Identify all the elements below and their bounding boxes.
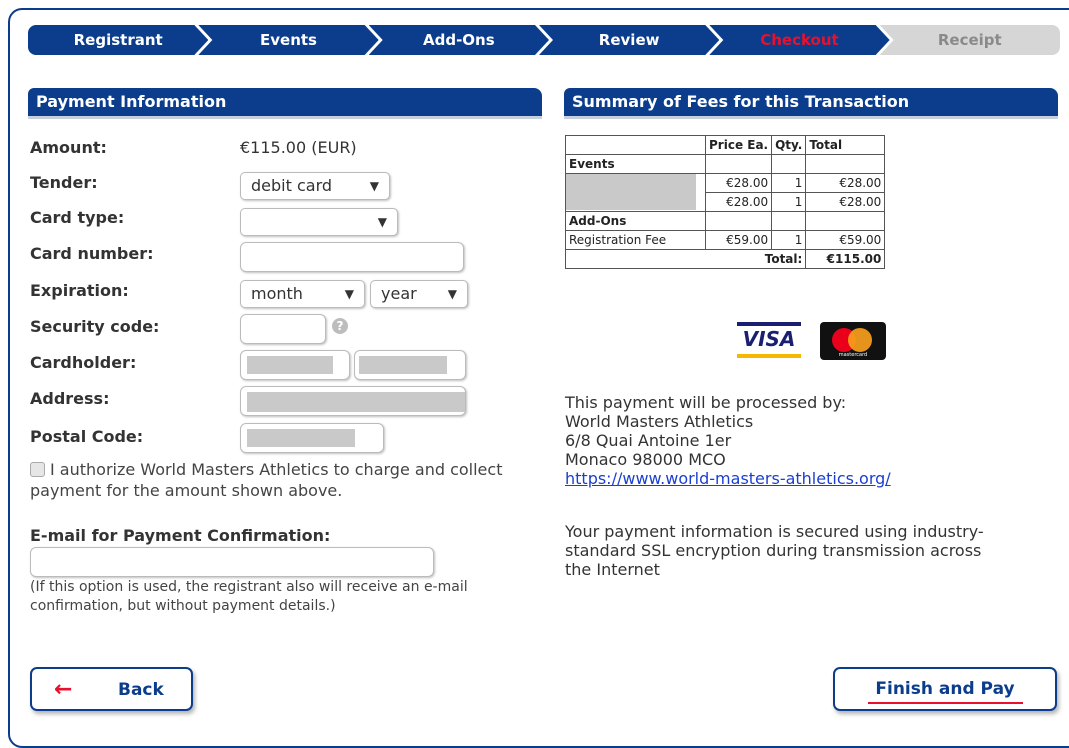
col-header: Qty. — [771, 135, 807, 155]
checkout-steps: Registrant Events Add-Ons Review Checkou… — [28, 25, 1060, 55]
email-input[interactable] — [30, 547, 434, 577]
chevron-down-icon: ▼ — [447, 287, 457, 301]
page-frame — [8, 8, 1069, 748]
redacted-event-name — [565, 173, 706, 212]
step-label: Checkout — [760, 31, 839, 49]
fees-table: Price Ea. Qty. Total Events €28.00 1 €28… — [564, 135, 886, 269]
step-checkout: Checkout — [709, 25, 889, 55]
email-label: E-mail for Payment Confirmation: — [30, 526, 331, 545]
total-cell: €59.00 — [805, 230, 886, 250]
total-label: Total: — [564, 249, 807, 269]
cardholder-first-input[interactable] — [240, 350, 350, 380]
col-header: Price Ea. — [704, 135, 773, 155]
card-number-label: Card number: — [30, 244, 154, 263]
step-review[interactable]: Review — [539, 25, 719, 55]
expiration-label: Expiration: — [30, 281, 129, 300]
step-label: Registrant — [73, 31, 163, 49]
col-header — [565, 135, 706, 155]
help-icon[interactable]: ? — [332, 318, 348, 334]
chevron-down-icon: ▼ — [377, 215, 387, 229]
step-receipt: Receipt — [879, 25, 1060, 55]
table-row: €28.00 1 €28.00 — [565, 173, 886, 212]
processor-info: This payment will be processed by: World… — [565, 393, 1005, 488]
processor-intro: This payment will be processed by: — [565, 393, 847, 412]
total-cell: €28.00 — [805, 192, 886, 212]
processor-url-link[interactable]: https://www.world-masters-athletics.org/ — [565, 469, 891, 488]
address-label: Address: — [30, 389, 110, 408]
total-value: €115.00 — [805, 249, 886, 269]
exp-month-selected: month — [251, 284, 303, 303]
section-label: Add-Ons — [565, 211, 706, 231]
back-label: Back — [118, 680, 164, 700]
section-label: Events — [565, 154, 706, 174]
step-label: Add-Ons — [422, 31, 495, 49]
exp-year-selected: year — [381, 284, 417, 303]
col-header: Total — [805, 135, 886, 155]
visa-logo: VISA — [737, 322, 801, 358]
finish-label: Finish and Pay — [875, 679, 1015, 699]
cardholder-last-input[interactable] — [354, 350, 466, 380]
processor-name: World Masters Athletics — [565, 412, 754, 431]
card-number-input[interactable] — [240, 242, 464, 272]
payment-info-header: Payment Information — [28, 88, 542, 119]
price-cell: €28.00 — [704, 173, 773, 193]
security-code-label: Security code: — [30, 317, 160, 336]
step-add-ons[interactable]: Add-Ons — [369, 25, 549, 55]
back-button[interactable]: ← Back — [30, 667, 193, 711]
step-label: Events — [260, 31, 317, 49]
table-row: Registration Fee €59.00 1 €59.00 — [565, 230, 886, 250]
redacted-text — [247, 429, 355, 447]
mastercard-text: mastercard — [838, 352, 868, 358]
finish-and-pay-button[interactable]: Finish and Pay — [833, 667, 1057, 711]
qty-cell: 1 — [771, 230, 807, 250]
tender-selected: debit card — [251, 176, 333, 195]
step-events[interactable]: Events — [198, 25, 378, 55]
total-row: Total: €115.00 — [564, 249, 886, 269]
chevron-down-icon: ▼ — [344, 287, 354, 301]
mastercard-logo: mastercard — [820, 322, 886, 360]
price-cell: €28.00 — [704, 192, 773, 212]
exp-year-select[interactable]: year ▼ — [370, 280, 468, 308]
chevron-down-icon: ▼ — [369, 179, 379, 193]
processor-address1: 6/8 Quai Antoine 1er — [565, 431, 732, 450]
arrow-left-icon: ← — [54, 677, 73, 702]
exp-month-select[interactable]: month ▼ — [240, 280, 365, 308]
ssl-notice: Your payment information is secured usin… — [565, 522, 984, 579]
redacted-text — [247, 392, 465, 412]
qty-cell: 1 — [771, 173, 807, 193]
price-cell: €59.00 — [704, 230, 773, 250]
postal-code-input[interactable] — [240, 423, 384, 453]
card-type-label: Card type: — [30, 208, 125, 227]
item-name: Registration Fee — [565, 230, 706, 250]
step-label: Review — [598, 31, 660, 49]
underline-accent — [868, 702, 1023, 704]
step-registrant[interactable]: Registrant — [28, 25, 208, 55]
qty-cell: 1 — [771, 192, 807, 212]
email-note: (If this option is used, the registrant … — [30, 579, 468, 614]
amount-value: €115.00 (EUR) — [240, 138, 357, 157]
redacted-text — [359, 356, 447, 374]
address-input[interactable] — [240, 386, 466, 416]
amount-label: Amount: — [30, 138, 107, 157]
authorize-text: I authorize World Masters Athletics to c… — [30, 460, 503, 500]
fees-summary-header: Summary of Fees for this Transaction — [564, 88, 1058, 119]
card-type-select[interactable]: ▼ — [240, 208, 398, 236]
postal-code-label: Postal Code: — [30, 427, 144, 446]
security-code-input[interactable] — [240, 314, 326, 344]
tender-select[interactable]: debit card ▼ — [240, 172, 390, 200]
tender-label: Tender: — [30, 173, 98, 192]
total-cell: €28.00 — [805, 173, 886, 193]
processor-address2: Monaco 98000 MCO — [565, 450, 726, 469]
cardholder-label: Cardholder: — [30, 353, 137, 372]
step-label: Receipt — [937, 31, 1002, 49]
redacted-text — [247, 356, 333, 374]
